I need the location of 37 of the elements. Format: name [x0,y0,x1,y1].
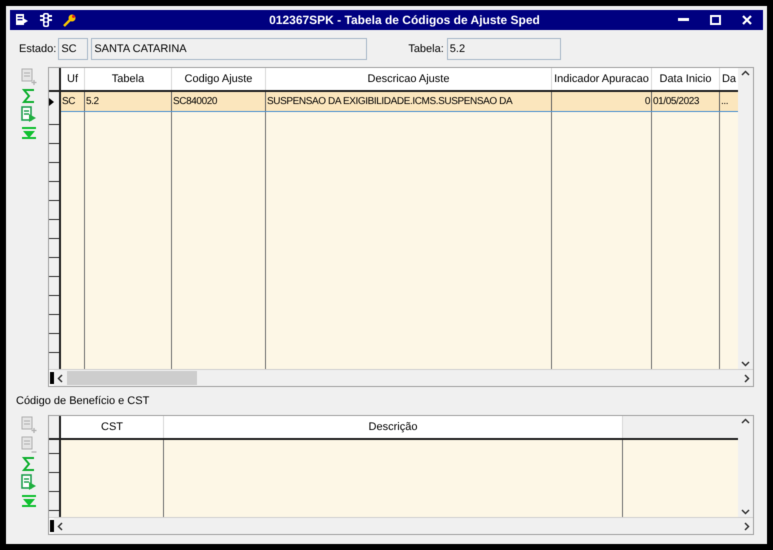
minimize-icon [678,18,688,22]
field-label: Tabela: [408,42,444,57]
window-title: 012367SPK - Tabela de Códigos de Ajuste Sped [268,12,541,29]
horizontal-scrollbar[interactable] [54,518,753,534]
table-cell: 0 [552,92,652,111]
document-arrow-icon[interactable] [15,13,29,27]
table-cell: SUSPENSAO DA EXIGIBILIDADE.ICMS.SUSPENSAO DA [266,92,552,111]
table-cell: SC840020 [172,92,266,111]
vertical-scrollbar[interactable] [738,68,753,369]
column-header[interactable]: Indicador Apuracao [552,68,652,90]
table-field[interactable]: 5.2 [446,38,561,60]
chevron-right-icon[interactable] [744,522,750,530]
chevron-right-icon[interactable] [744,374,750,382]
field-label: Estado: [19,42,56,57]
chevron-down-icon[interactable] [741,509,750,515]
scrollbar-thumb[interactable] [67,371,197,385]
table-cell: 5.2 [85,92,172,111]
state-name-field[interactable]: SANTA CATARINA [91,38,368,60]
maximize-icon [710,15,720,25]
table-cell: 01/05/2023 [652,92,720,111]
section-title: Código de Benefício e CST [16,394,150,409]
chevron-up-icon[interactable] [741,70,750,76]
wrench-icon[interactable] [63,13,77,27]
close-icon [742,15,752,25]
table-cell: SC [61,92,85,111]
stacked-bars-icon[interactable] [39,12,53,28]
vertical-scrollbar[interactable] [738,416,753,517]
horizontal-scrollbar[interactable] [54,370,753,386]
sigma-icon[interactable] [21,88,37,104]
sigma-icon[interactable] [21,456,37,472]
table-row[interactable]: SC 5.2 SC840020 SUSPENSAO DA EXIGIBILIDADE.ICMS.SUSPENSAO DA 0 01/05/2023 ... [61,92,738,112]
chevron-down-icon[interactable] [741,361,750,367]
chevron-left-icon[interactable] [57,374,63,382]
state-code-field[interactable]: SC [58,38,88,60]
chevron-up-icon[interactable] [741,418,750,424]
row-pointer-icon [49,98,54,106]
chevron-left-icon[interactable] [57,522,63,530]
